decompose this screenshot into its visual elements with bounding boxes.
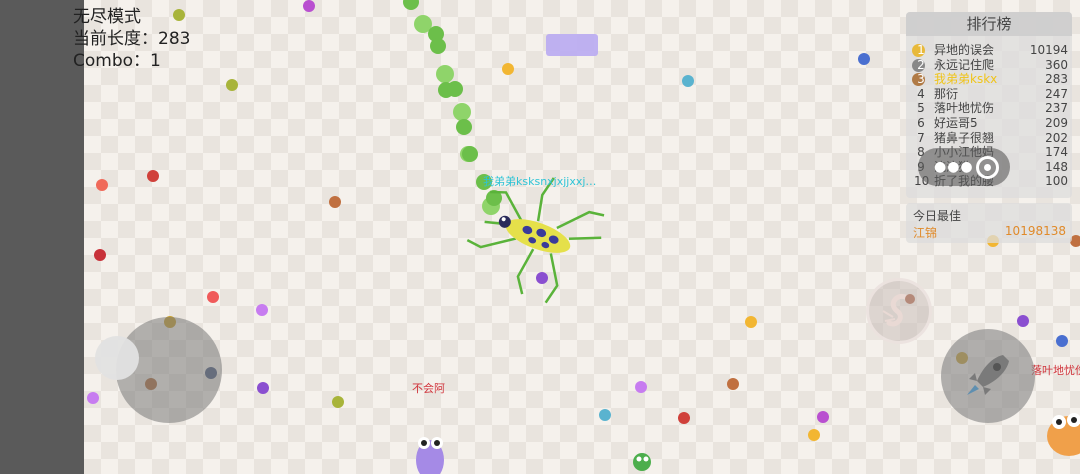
- enemy-creature-green: [633, 453, 651, 471]
- left-system-bar: [0, 0, 84, 474]
- food-pellet: [94, 249, 106, 261]
- leaderboard-rank: 6: [917, 116, 925, 130]
- leaderboard-row: 3 我弟弟kskx 283: [910, 72, 1068, 87]
- leaderboard-name: 好运哥5: [934, 116, 978, 130]
- enemy-creature-orange: [1047, 413, 1080, 456]
- player-name-label: 我弟弟ksksnxjxjjxxj…: [483, 175, 597, 188]
- leaderboard-title: 排行榜: [906, 12, 1072, 36]
- food-pellet: [745, 316, 757, 328]
- target-circle-icon[interactable]: [976, 156, 999, 179]
- combo-readout: Combo：1: [73, 51, 161, 71]
- food-pellet: [536, 272, 548, 284]
- food-pellet: [678, 412, 690, 424]
- today-best-panel: 今日最佳 江锦 10198138: [906, 203, 1072, 243]
- game-mode: 无尽模式: [73, 7, 141, 27]
- food-pellet: [1056, 335, 1068, 347]
- leaderboard-score: 209: [1045, 116, 1068, 130]
- leaderboard-row: 6 好运哥5 209: [910, 116, 1068, 131]
- leaderboard-name: 永远记住爬: [934, 57, 995, 72]
- today-best-title: 今日最佳: [913, 209, 962, 223]
- stats-panel: 无尽模式 当前长度：283 Combo：1: [73, 6, 190, 72]
- mini-program-capsule[interactable]: ●●●: [918, 148, 1010, 186]
- leaderboard-row: 1 异地的误会 10194: [910, 43, 1068, 58]
- leaderboard-rank: 2: [917, 57, 925, 72]
- boost-button[interactable]: [941, 329, 1035, 423]
- leaderboard-rank: 7: [917, 130, 925, 145]
- leaderboard-score: 100: [1045, 174, 1068, 189]
- pickup-flash: [546, 34, 598, 56]
- food-pellet: [682, 75, 694, 87]
- food-pellet: [87, 392, 99, 404]
- food-pellet: [256, 304, 268, 316]
- leaderboard-row: 5 落叶地忧伤 237: [910, 101, 1068, 116]
- joystick-knob[interactable]: [95, 336, 139, 380]
- snake-swirl-icon: [882, 293, 915, 327]
- leaderboard-score: 174: [1045, 145, 1068, 160]
- leaderboard-row: 2 永远记住爬 360: [910, 58, 1068, 73]
- food-pellet: [303, 0, 315, 12]
- food-pellet: [257, 382, 269, 394]
- leaderboard-score: 283: [1045, 72, 1068, 87]
- more-dots-icon[interactable]: ●●●: [934, 159, 974, 175]
- leaderboard-rank: 3: [917, 72, 925, 87]
- leaderboard-score: 10194: [1029, 43, 1068, 57]
- food-pellet: [599, 409, 611, 421]
- rocket-icon: [967, 355, 1009, 395]
- today-best-score: 10198138: [1004, 224, 1066, 238]
- leaderboard-score: 360: [1045, 57, 1068, 72]
- edge-enemy-name-label: 落叶地忧伤: [1031, 364, 1080, 377]
- leaderboard-name: 我弟弟kskx: [934, 72, 998, 87]
- leaderboard-name: 那衍: [934, 86, 959, 101]
- food-pellet: [207, 291, 219, 303]
- leaderboard-score: 202: [1045, 130, 1068, 145]
- length-value: 283: [158, 29, 191, 49]
- combo-value: 1: [150, 51, 161, 71]
- leaderboard-score: 148: [1045, 159, 1068, 174]
- food-pellet: [1017, 315, 1029, 327]
- leaderboard-score: 247: [1045, 86, 1068, 101]
- leaderboard-score: 237: [1045, 101, 1068, 116]
- leaderboard-row: 4 那衍 247: [910, 87, 1068, 102]
- food-pellet: [96, 179, 108, 191]
- leaderboard-rank: 4: [917, 86, 925, 101]
- food-pellet: [727, 378, 739, 390]
- leaderboard-name: 猪鼻子很翘: [934, 130, 995, 145]
- leaderboard-row: 7 猪鼻子很翘 202: [910, 131, 1068, 146]
- food-pellet: [808, 429, 820, 441]
- food-pellet: [817, 411, 829, 423]
- food-pellet: [332, 396, 344, 408]
- leaderboard-rank: 1: [917, 43, 925, 57]
- food-pellet: [635, 381, 647, 393]
- enemy-name-label: 不会阿: [412, 382, 445, 395]
- food-pellet: [502, 63, 514, 75]
- skill-button[interactable]: [866, 278, 932, 344]
- food-pellet: [329, 196, 341, 208]
- food-pellet: [147, 170, 159, 182]
- today-best-name: 江锦: [913, 226, 938, 240]
- leaderboard-rank: 5: [917, 101, 925, 116]
- leaderboard-name: 落叶地忧伤: [934, 101, 995, 116]
- leaderboard-name: 异地的误会: [934, 43, 995, 57]
- food-pellet: [226, 79, 238, 91]
- food-pellet: [858, 53, 870, 65]
- length-readout: 当前长度：283: [73, 29, 191, 49]
- enemy-creature-purple: [416, 437, 444, 474]
